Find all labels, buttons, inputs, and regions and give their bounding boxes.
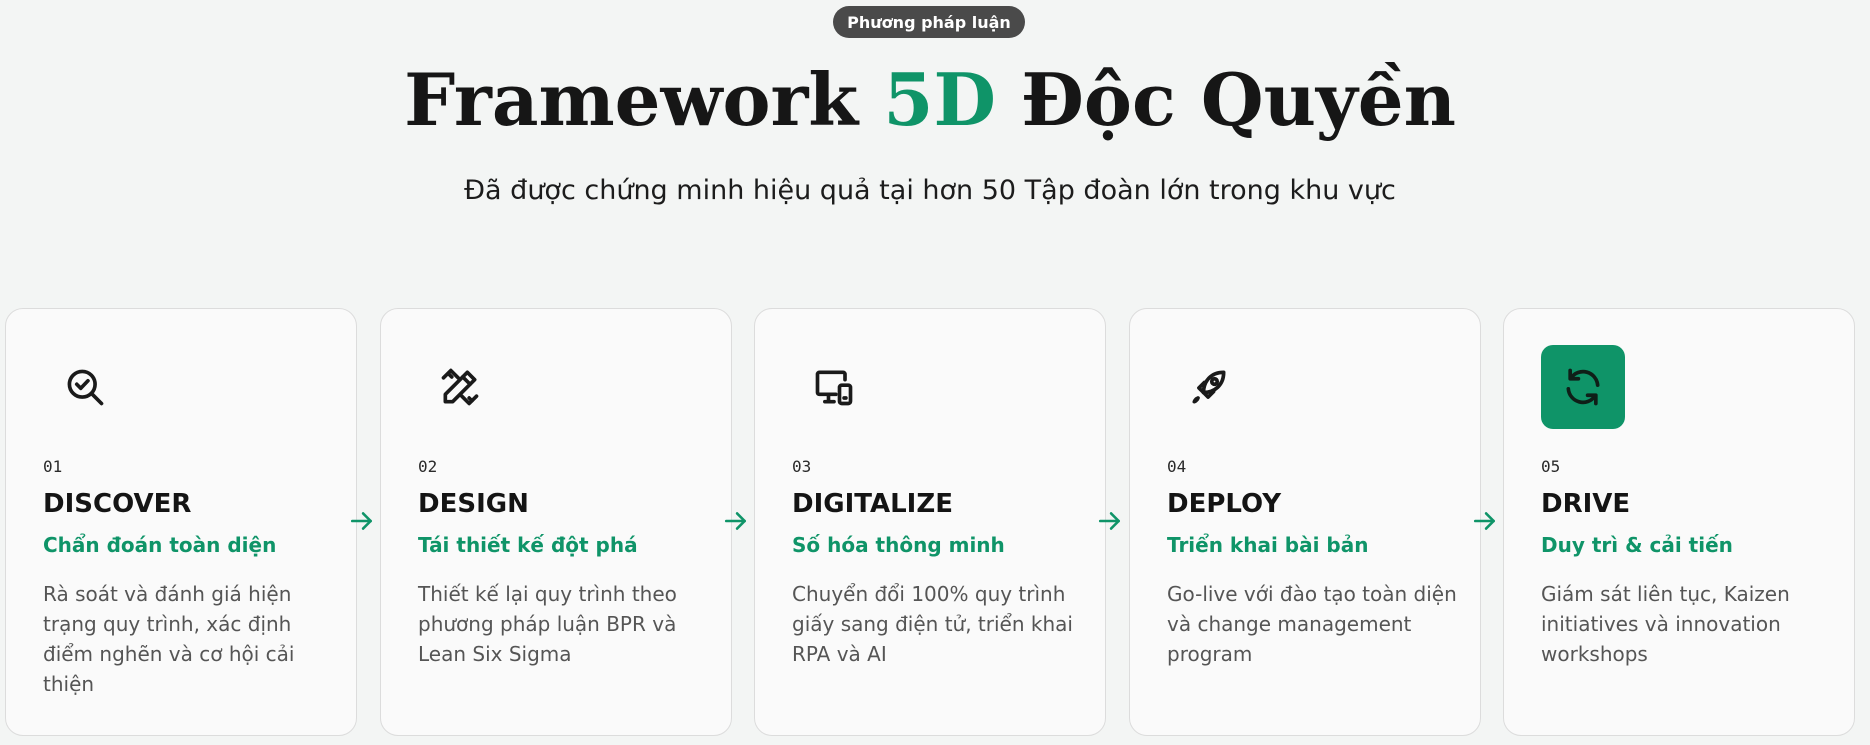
rocket-icon (1167, 345, 1251, 429)
step-name: DRIVE (1541, 489, 1631, 519)
arrow-right-icon (1097, 508, 1123, 534)
step-tagline: Tái thiết kế đột phá (418, 533, 638, 557)
step-number: 05 (1541, 457, 1561, 476)
step-number: 02 (418, 457, 438, 476)
step-name: DIGITALIZE (792, 489, 953, 519)
devices-icon (792, 345, 876, 429)
step-name: DEPLOY (1167, 489, 1282, 519)
arrow-right-icon (723, 508, 749, 534)
step-description: Chuyển đổi 100% quy trình giấy sang điện… (792, 582, 1073, 666)
step-name: DISCOVER (43, 489, 192, 519)
step-card-discover: 01 DISCOVER Chẩn đoán toàn diện Rà soát … (5, 308, 357, 736)
step-card-digitalize: 03 DIGITALIZE Số hóa thông minh Chuyển đ… (754, 308, 1106, 736)
step-description: Go-live với đào tạo toàn diện và change … (1167, 582, 1457, 666)
step-number: 01 (43, 457, 63, 476)
step-number: 04 (1167, 457, 1187, 476)
step-card-design: 02 DESIGN Tái thiết kế đột phá Thiết kế … (380, 308, 732, 736)
section-badge: Phương pháp luận (833, 6, 1025, 38)
title-accent: 5D (883, 57, 996, 142)
page-subtitle: Đã được chứng minh hiệu quả tại hơn 50 T… (464, 175, 1396, 206)
step-number: 03 (792, 457, 812, 476)
step-name: DESIGN (418, 489, 529, 519)
step-tagline: Duy trì & cải tiến (1541, 533, 1733, 557)
methodology-section: Phương pháp luận Framework 5D Độc Quyền … (0, 0, 1870, 745)
step-description: Thiết kế lại quy trình theo phương pháp … (418, 582, 677, 666)
step-tagline: Triển khai bài bản (1167, 533, 1369, 557)
page-title: Framework 5D Độc Quyền (0, 58, 1860, 142)
step-card-drive: 05 DRIVE Duy trì & cải tiến Giám sát liê… (1503, 308, 1855, 736)
title-part-1: Framework (404, 57, 884, 142)
refresh-icon (1541, 345, 1625, 429)
arrow-right-icon (349, 508, 375, 534)
search-check-icon (43, 345, 127, 429)
step-card-deploy: 04 DEPLOY Triển khai bài bản Go-live với… (1129, 308, 1481, 736)
title-part-2: Độc Quyền (995, 57, 1456, 142)
arrow-right-icon (1472, 508, 1498, 534)
pencil-ruler-icon (418, 345, 502, 429)
step-description: Rà soát và đánh giá hiện trạng quy trình… (43, 582, 295, 696)
step-tagline: Số hóa thông minh (792, 533, 1005, 557)
step-description: Giám sát liên tục, Kaizen initiatives và… (1541, 582, 1790, 666)
step-tagline: Chẩn đoán toàn diện (43, 533, 277, 557)
